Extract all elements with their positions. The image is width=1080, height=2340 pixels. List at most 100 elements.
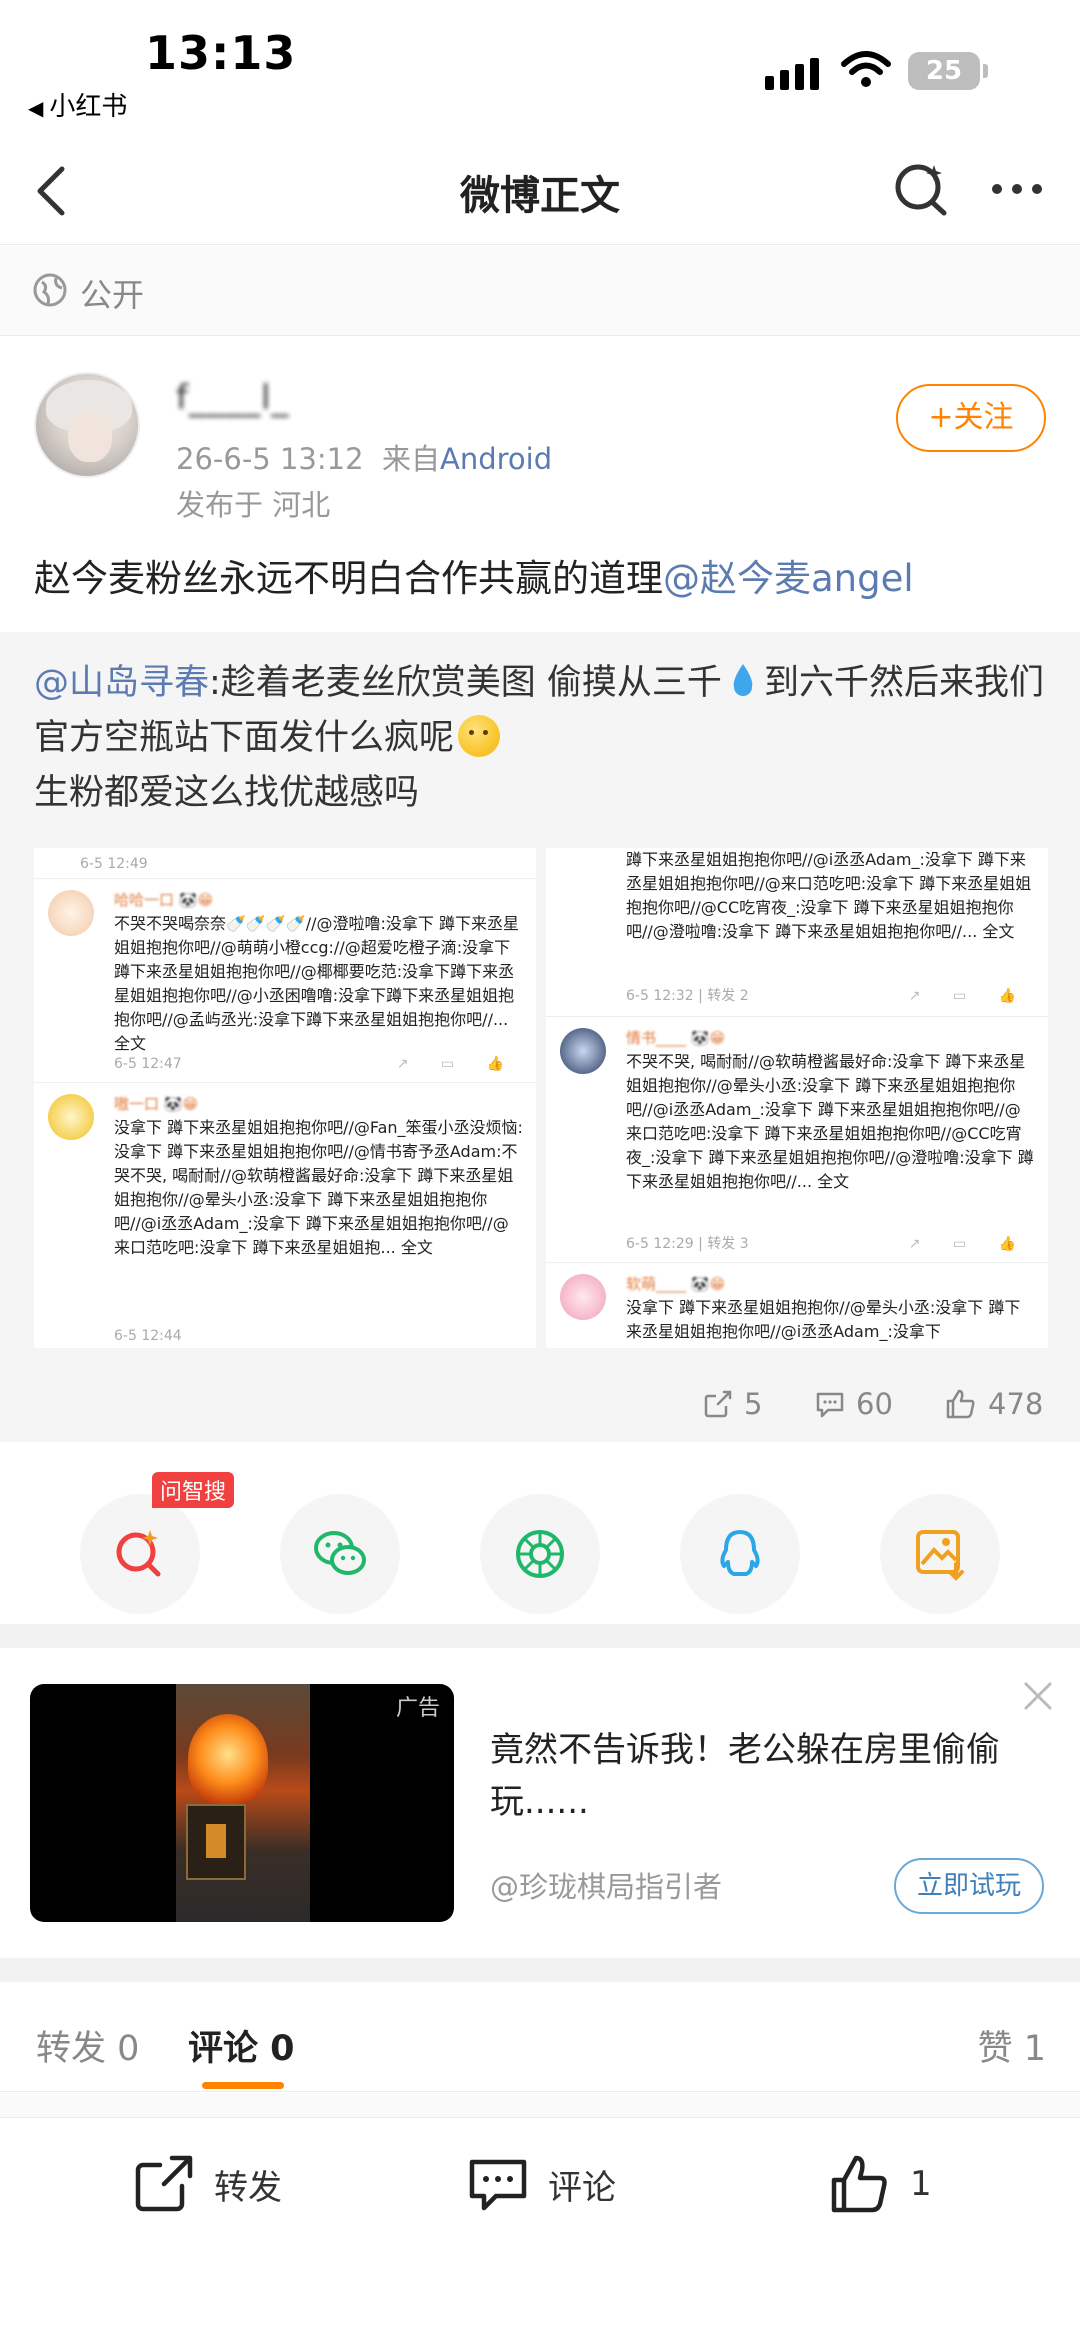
qq-share-button[interactable] (680, 1494, 800, 1614)
ai-search-share-button[interactable] (80, 1494, 200, 1614)
repost-block[interactable]: @山岛寻春:趁着老麦丝欣赏美图 偷摸从三千 到六千然后来我们官方空瓶站下面发什么疯… (0, 632, 1080, 1442)
ad-phoenix-graphic (188, 1714, 268, 1804)
post-mention[interactable]: @赵今麦angel (663, 557, 914, 600)
repost-button[interactable]: 转发 (132, 2152, 282, 2216)
thumbs-up-icon (831, 2155, 887, 2213)
shot1-divider (34, 878, 536, 879)
follow-button[interactable]: +关注 (896, 384, 1046, 452)
comment-body: 不哭不哭, 喝耐耐//@软萌橙酱最好命:没拿下 蹲下来丞星姐姐抱抱你//@晕头小… (626, 1052, 1034, 1191)
active-tab-underline (202, 2082, 284, 2089)
comment-time: 6-5 12:29 | 转发 3 (626, 1236, 749, 1252)
commenter-name: 哈哈一口 🐼😁 (114, 891, 214, 909)
thumbs-up-icon (946, 1389, 975, 1419)
like-count: 478 (988, 1387, 1044, 1421)
comment-count: 60 (856, 1387, 893, 1421)
commenter-avatar (48, 890, 94, 936)
repost-mention[interactable]: @山岛寻春 (34, 663, 209, 703)
ad-game-image (176, 1684, 310, 1922)
qq-icon (720, 1530, 760, 1576)
water-drop-emoji-icon (730, 660, 756, 696)
post-region: 发布于 河北 (176, 488, 331, 522)
repost-icon (135, 2155, 193, 2212)
ad-title[interactable]: 竟然不告诉我！老公躲在房里偷偷玩...... (490, 1724, 1050, 1828)
visibility-row: 公开 (0, 246, 1080, 336)
shot2-divider (546, 1016, 1048, 1017)
interaction-tabs: 转发 0 评论 0 赞 1 (0, 1982, 1080, 2092)
close-icon[interactable] (1020, 1678, 1056, 1714)
repost-text: @山岛寻春:趁着老麦丝欣赏美图 偷摸从三千 到六千然后来我们官方空瓶站下面发什么疯… (34, 656, 1054, 821)
comment-actions-icons: ↗ ▭ 👍 (396, 1056, 518, 1072)
tab-repost[interactable]: 转发 0 (36, 2020, 139, 2071)
ai-search-icon (116, 1530, 161, 1577)
from-label: 来自 (381, 442, 440, 476)
back-triangle-icon: ◀ (28, 96, 44, 120)
battery-tip (983, 64, 988, 78)
ad-card[interactable]: 广告 竟然不告诉我！老公躲在房里偷偷玩...... @珍珑棋局指引者 立即试玩 (0, 1648, 1080, 1958)
post-body: 赵今麦粉丝永远不明白合作共赢的道理 (34, 557, 663, 600)
battery-icon: 25 (908, 52, 980, 90)
share-row: 问智搜 (0, 1442, 1080, 1622)
repost-image-1[interactable]: 6-5 12:49 哈哈一口 🐼😁 不哭不哭喝奈奈🍼🍼🍼🍼//@澄啦噜:没拿下 … (34, 848, 536, 1348)
comment-count-stat[interactable]: 60 (814, 1387, 893, 1421)
search-sparkle-icon[interactable] (890, 157, 954, 221)
repost-stats: 5 60 478 (0, 1387, 1080, 1427)
comment-time: 6-5 12:47 (114, 1056, 182, 1072)
commenter-avatar (48, 1094, 94, 1140)
repost-text-a: :趁着老麦丝欣赏美图 偷摸从三千 (209, 663, 722, 703)
like-button[interactable]: 1 (828, 2152, 932, 2216)
section-gap (0, 2093, 1080, 2117)
comment-body: 没拿下 蹲下来丞星姐姐抱抱你吧//@Fan_笨蛋小丞没烦恼:没拿下 蹲下来丞星姐… (114, 1118, 523, 1257)
more-options-icon[interactable] (985, 157, 1049, 221)
comment-actions-icons: ↗ ▭ 👍 (908, 1236, 1030, 1252)
commenter-name: 嗷一口 🐼😁 (114, 1095, 199, 1113)
moments-share-button[interactable] (480, 1494, 600, 1614)
avatar[interactable] (34, 372, 140, 478)
tab-comment[interactable]: 评论 0 (188, 2020, 295, 2071)
comment-body: 没拿下 蹲下来丞星姐姐抱抱你//@晕头小丞:没拿下 蹲下来丞星姐姐抱抱你吧//@… (626, 1298, 1021, 1341)
post-time: 26-6-5 13:12 (176, 442, 364, 476)
save-image-share-button[interactable] (880, 1494, 1000, 1614)
section-gap (0, 1958, 1080, 1982)
comment-actions-icons: ↗ ▭ 👍 (908, 988, 1030, 1004)
repost-image-2[interactable]: 蹲下来丞星姐姐抱抱你吧//@i丞丞Adam_:没拿下 蹲下来丞星姐姐抱抱你吧//… (546, 848, 1048, 1348)
ad-source: @珍珑棋局指引者 (490, 1870, 723, 1904)
commenter-name: 软萌____ 🐼😁 (626, 1275, 726, 1293)
ad-item-panel (186, 1804, 246, 1880)
post-text: 赵今麦粉丝永远不明白合作共赢的道理@赵今麦angel (34, 548, 914, 602)
comment-icon (469, 2159, 527, 2211)
repost-icon (704, 1390, 732, 1418)
repost-count: 5 (744, 1387, 763, 1421)
comment-button[interactable]: 评论 (466, 2152, 616, 2216)
repost-label: 转发 (214, 2167, 282, 2208)
ad-tag: 广告 (395, 1696, 440, 1721)
ai-search-badge: 问智搜 (152, 1472, 235, 1508)
nav-bar: 微博正文 (0, 135, 1080, 245)
tab-like[interactable]: 赞 1 (978, 2020, 1046, 2071)
visibility-label: 公开 (80, 276, 145, 314)
bottom-action-bar: 转发 评论 1 (0, 2117, 1080, 2257)
avatar-face (68, 410, 112, 462)
comment-time: 6-5 12:44 (114, 1328, 182, 1344)
shot1-divider (34, 1082, 536, 1083)
wechat-share-button[interactable] (280, 1494, 400, 1614)
like-count-stat[interactable]: 478 (944, 1387, 1043, 1421)
commenter-name: 情书____ 🐼😁 (626, 1029, 726, 1047)
like-count-label: 1 (910, 2164, 932, 2204)
back-to-app-link[interactable]: ◀ 小红书 (28, 86, 127, 123)
shot1-time-top: 6-5 12:49 (80, 856, 148, 872)
commenter-avatar (560, 1274, 606, 1320)
ad-try-button[interactable]: 立即试玩 (894, 1858, 1044, 1914)
comment-time: 6-5 12:32 | 转发 2 (626, 988, 749, 1004)
username[interactable]: f____l_ (176, 378, 289, 418)
wechat-icon (314, 1531, 366, 1575)
back-app-label: 小红书 (49, 92, 128, 122)
ad-video[interactable]: 广告 (30, 1684, 454, 1922)
comment-body: 不哭不哭喝奈奈🍼🍼🍼🍼//@澄啦噜:没拿下 蹲下来丞星姐姐抱抱你吧//@萌萌小橙… (114, 914, 519, 1053)
save-image-icon (916, 1530, 964, 1581)
cellular-signal-icon (765, 58, 831, 90)
section-gap (0, 1624, 1080, 1648)
globe-icon (32, 272, 68, 312)
moments-icon (516, 1530, 564, 1578)
repost-count-stat[interactable]: 5 (702, 1387, 762, 1421)
home-indicator-area (0, 2257, 1080, 2340)
